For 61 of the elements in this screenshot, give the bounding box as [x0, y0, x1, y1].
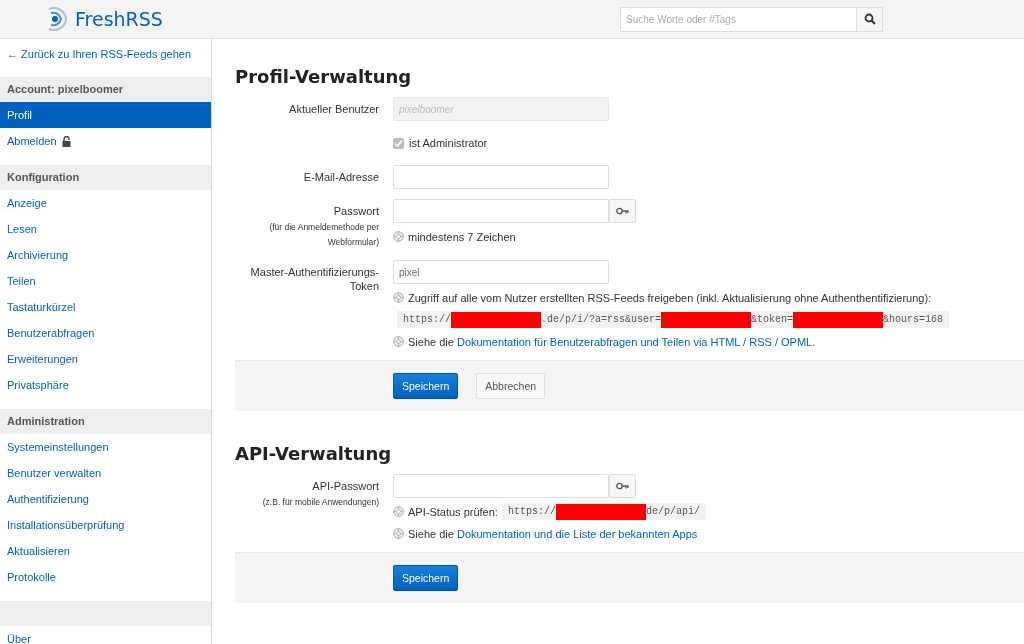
cancel-button[interactable]: Abbrechen [476, 373, 546, 399]
search-button[interactable] [856, 6, 883, 32]
field-hint: (z.B. für mobile Anwendungen) [261, 496, 379, 509]
sidebar-item[interactable]: Benutzer verwalten [0, 460, 211, 486]
sidebar-item[interactable]: Systemeinstellungen [0, 434, 211, 460]
show-password-button[interactable] [609, 199, 636, 223]
field-label: API-Passwort [311, 479, 379, 493]
sidebar-group-header: Account: pixelboomer [0, 77, 211, 102]
key-icon [616, 207, 629, 215]
section-title: Profil-Verwaltung [235, 66, 413, 87]
sidebar-item[interactable]: Tastaturkürzel [0, 294, 211, 320]
note-text: API-Status prüfen: [408, 505, 498, 518]
sidebar-item[interactable]: Protokolle [0, 564, 211, 590]
field-label: E-Mail-Adresse [302, 170, 379, 184]
sidebar-item[interactable]: Archivierung [0, 242, 211, 268]
search-field[interactable]: Suche Worte oder #Tags [620, 6, 856, 32]
save-button[interactable]: Speichern [393, 565, 459, 591]
field-label: Aktueller Benutzer [288, 102, 379, 116]
note-text: Siehe die [408, 527, 455, 540]
sidebar-group-header: Konfiguration [0, 165, 211, 190]
sidebar-item[interactable]: Lesen [0, 216, 211, 242]
code-text: &token= [751, 314, 794, 325]
sidebar-item[interactable]: Über [0, 626, 211, 644]
show-password-button[interactable] [609, 474, 636, 498]
field-hint: (für die Anmeldemethode per Webformular) [268, 221, 379, 249]
back-link[interactable]: ← Zurück zu Ihren RSS-Feeds gehen [0, 39, 211, 77]
note-text: . [812, 335, 816, 348]
sidebar-item[interactable]: Authentifizierung [0, 486, 211, 512]
sidebar-item[interactable]: Installationsüberprüfung [0, 512, 211, 538]
code-text: .de/p/i/?a=rss&user= [541, 314, 662, 325]
section-title: API-Verwaltung [235, 443, 393, 464]
sidebar-item[interactable]: Abmelden [0, 128, 211, 154]
field-label: Passwort [332, 204, 379, 218]
note-text: mindestens 7 Zeichen [408, 230, 516, 243]
code-text: de/p/api/ [645, 506, 700, 517]
doc-link[interactable]: Dokumentation und die Liste der bekannten Apps [456, 527, 698, 540]
text-field[interactable] [393, 165, 609, 189]
code-text: https:// [507, 506, 556, 517]
save-button[interactable]: Speichern [393, 373, 459, 399]
lock-icon [61, 135, 71, 147]
key-icon [616, 482, 629, 490]
sidebar-item[interactable]: Teilen [0, 268, 211, 294]
text-field[interactable]: pixel [393, 260, 609, 284]
sidebar-item[interactable]: Privatsphäre [0, 372, 211, 398]
sidebar-item[interactable]: Anzeige [0, 190, 211, 216]
field-label: Master-Authentifizierungs-Token [249, 265, 379, 293]
code-text: https:// [403, 314, 451, 325]
code-text: &hours=168 [883, 314, 944, 325]
note-text: Zugriff auf alle vom Nutzer erstellten RSS-Feeds freigeben (inkl. Aktualisierung ohne Authenthentifizierung): [408, 291, 932, 304]
password-field[interactable] [393, 199, 609, 223]
logo-icon [46, 7, 70, 31]
sidebar-item[interactable]: Aktualisieren [0, 538, 211, 564]
search-icon [863, 13, 876, 25]
logo-text: FreshRSS [75, 8, 163, 30]
note-text: Siehe die [408, 335, 455, 348]
sidebar-group-header: Administration [0, 409, 211, 434]
checkbox-label: ist Administrator [409, 137, 488, 149]
sidebar-item[interactable]: Benutzerabfragen [0, 320, 211, 346]
sidebar-item[interactable]: Profil [0, 102, 211, 128]
password-field[interactable] [393, 474, 609, 498]
sidebar-item[interactable]: Erweiterungen [0, 346, 211, 372]
